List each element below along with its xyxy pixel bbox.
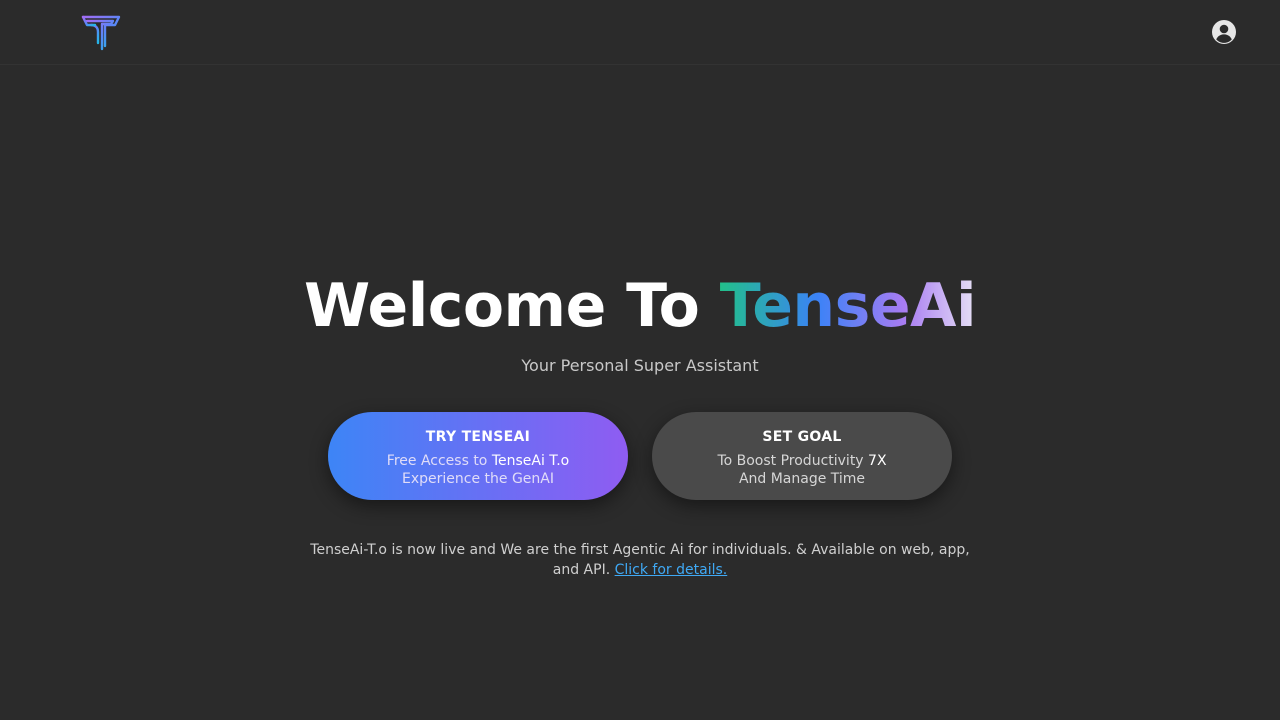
goal-desc-highlight: 7X <box>868 453 887 469</box>
user-circle-icon[interactable] <box>1211 19 1237 45</box>
title-brand: TenseAi <box>719 271 977 341</box>
goal-desc-line2: And Manage Time <box>738 471 866 487</box>
page-subtitle: Your Personal Super Assistant <box>521 356 759 375</box>
goal-desc-prefix: To Boost Productivity <box>717 453 869 469</box>
cta-group: TRY TENSEAI Free Access to TenseAi T.o Ex… <box>0 412 1280 500</box>
launch-notice: TenseAi-T.o is now live and We are the f… <box>300 540 980 580</box>
try-desc-line2: Experience the GenAI <box>402 471 554 487</box>
page-title: Welcome To TenseAi <box>0 270 1280 342</box>
tenseai-logo-icon[interactable] <box>80 13 122 51</box>
try-tenseai-label: TRY TENSEAI <box>425 429 531 445</box>
set-goal-button[interactable]: SET GOAL To Boost Productivity 7X And Man… <box>652 412 952 500</box>
try-desc-prefix: Free Access to <box>386 453 492 469</box>
set-goal-label: SET GOAL <box>762 429 842 445</box>
try-tenseai-description: Free Access to TenseAi T.o Experience the… <box>328 452 628 488</box>
set-goal-description: To Boost Productivity 7X And Manage Time <box>652 452 952 488</box>
try-desc-highlight: TenseAi T.o <box>491 453 570 469</box>
title-prefix: Welcome To <box>303 271 720 341</box>
details-link[interactable]: Click for details. <box>615 562 728 578</box>
top-header <box>0 0 1280 65</box>
hero-section: Welcome To TenseAi Your Personal Super A… <box>0 270 1280 377</box>
try-tenseai-button[interactable]: TRY TENSEAI Free Access to TenseAi T.o Ex… <box>328 412 628 500</box>
